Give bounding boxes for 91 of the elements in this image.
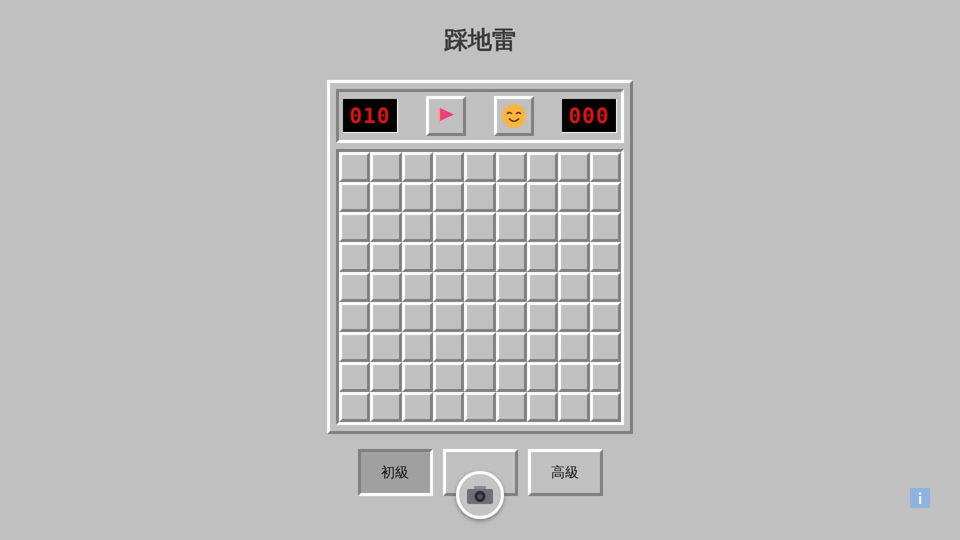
timer-display: 000 bbox=[562, 99, 617, 133]
camera-icon bbox=[467, 486, 493, 504]
grid-cell[interactable] bbox=[370, 392, 402, 422]
grid-cell[interactable] bbox=[527, 362, 558, 392]
grid-cell[interactable] bbox=[558, 392, 590, 422]
grid-cell[interactable] bbox=[527, 182, 558, 212]
grid-cell[interactable] bbox=[370, 212, 402, 242]
grid-cell[interactable] bbox=[590, 362, 621, 392]
level-button[interactable]: 初級 bbox=[358, 449, 432, 496]
grid-cell[interactable] bbox=[496, 332, 527, 362]
grid-cell[interactable] bbox=[590, 212, 621, 242]
grid-cell[interactable] bbox=[558, 302, 590, 332]
grid-cell[interactable] bbox=[590, 272, 621, 302]
reset-button[interactable] bbox=[494, 96, 534, 136]
grid-cell[interactable] bbox=[433, 392, 464, 422]
grid-cell[interactable] bbox=[370, 302, 402, 332]
grid-cell[interactable] bbox=[464, 182, 496, 212]
grid-cell[interactable] bbox=[339, 152, 370, 182]
grid-cell[interactable] bbox=[496, 362, 527, 392]
grid-cell[interactable] bbox=[339, 332, 370, 362]
grid-cell[interactable] bbox=[339, 212, 370, 242]
grid-cell[interactable] bbox=[590, 182, 621, 212]
mine-counter: 010 bbox=[343, 99, 398, 133]
grid-cell[interactable] bbox=[339, 392, 370, 422]
grid-cell[interactable] bbox=[496, 242, 527, 272]
grid-cell[interactable] bbox=[558, 332, 590, 362]
grid-cell[interactable] bbox=[402, 362, 433, 392]
grid-cell[interactable] bbox=[433, 362, 464, 392]
grid-cell[interactable] bbox=[527, 152, 558, 182]
grid-cell[interactable] bbox=[558, 152, 590, 182]
grid-cell[interactable] bbox=[496, 272, 527, 302]
grid-cell[interactable] bbox=[370, 242, 402, 272]
grid-cell[interactable] bbox=[527, 302, 558, 332]
grid-cell[interactable] bbox=[464, 392, 496, 422]
grid-cell[interactable] bbox=[558, 362, 590, 392]
grid-cell[interactable] bbox=[433, 272, 464, 302]
level-button[interactable]: 高級 bbox=[528, 449, 602, 496]
grid-cell[interactable] bbox=[339, 242, 370, 272]
grid-cell[interactable] bbox=[433, 152, 464, 182]
grid-cell[interactable] bbox=[527, 332, 558, 362]
grid-cell[interactable] bbox=[339, 182, 370, 212]
grid-cell[interactable] bbox=[402, 152, 433, 182]
grid-cell[interactable] bbox=[527, 212, 558, 242]
grid-cell[interactable] bbox=[433, 212, 464, 242]
grid-cell[interactable] bbox=[370, 332, 402, 362]
grid-cell[interactable] bbox=[370, 182, 402, 212]
grid-cell[interactable] bbox=[496, 182, 527, 212]
grid-cell[interactable] bbox=[558, 272, 590, 302]
grid-cell[interactable] bbox=[433, 302, 464, 332]
grid-cell[interactable] bbox=[527, 392, 558, 422]
grid-cell[interactable] bbox=[496, 302, 527, 332]
grid-cell[interactable] bbox=[464, 362, 496, 392]
grid-cell[interactable] bbox=[558, 242, 590, 272]
grid-cell[interactable] bbox=[464, 212, 496, 242]
grid-cell[interactable] bbox=[370, 272, 402, 302]
grid-cell[interactable] bbox=[402, 302, 433, 332]
grid-cell[interactable] bbox=[496, 212, 527, 242]
grid-cell[interactable] bbox=[464, 152, 496, 182]
grid-cell[interactable] bbox=[464, 332, 496, 362]
smiley-icon bbox=[501, 103, 527, 129]
grid-cell[interactable] bbox=[527, 272, 558, 302]
grid-cell[interactable] bbox=[558, 182, 590, 212]
grid-cell[interactable] bbox=[433, 182, 464, 212]
grid-cell[interactable] bbox=[370, 362, 402, 392]
grid-cell[interactable] bbox=[558, 212, 590, 242]
grid-cell[interactable] bbox=[402, 332, 433, 362]
grid-cell[interactable] bbox=[590, 332, 621, 362]
camera-button[interactable] bbox=[456, 471, 504, 519]
grid-cell[interactable] bbox=[590, 242, 621, 272]
grid-cell[interactable] bbox=[590, 392, 621, 422]
grid-cell[interactable] bbox=[402, 242, 433, 272]
grid-cell[interactable] bbox=[433, 332, 464, 362]
grid-cell[interactable] bbox=[590, 302, 621, 332]
flag-mode-button[interactable] bbox=[426, 96, 466, 136]
grid-cell[interactable] bbox=[590, 152, 621, 182]
grid-cell[interactable] bbox=[464, 242, 496, 272]
grid-cell[interactable] bbox=[464, 302, 496, 332]
grid-cell[interactable] bbox=[527, 242, 558, 272]
grid-cell[interactable] bbox=[402, 392, 433, 422]
grid-cell[interactable] bbox=[496, 152, 527, 182]
grid-cell[interactable] bbox=[402, 272, 433, 302]
grid-cell[interactable] bbox=[433, 242, 464, 272]
grid-cell[interactable] bbox=[402, 212, 433, 242]
grid-cell[interactable] bbox=[339, 362, 370, 392]
grid-cell[interactable] bbox=[339, 272, 370, 302]
grid-cell[interactable] bbox=[370, 152, 402, 182]
grid-cell[interactable] bbox=[496, 392, 527, 422]
grid-cell[interactable] bbox=[402, 182, 433, 212]
grid-cell[interactable] bbox=[339, 302, 370, 332]
grid-cell[interactable] bbox=[464, 272, 496, 302]
game-title: 踩地雷 bbox=[444, 25, 516, 56]
